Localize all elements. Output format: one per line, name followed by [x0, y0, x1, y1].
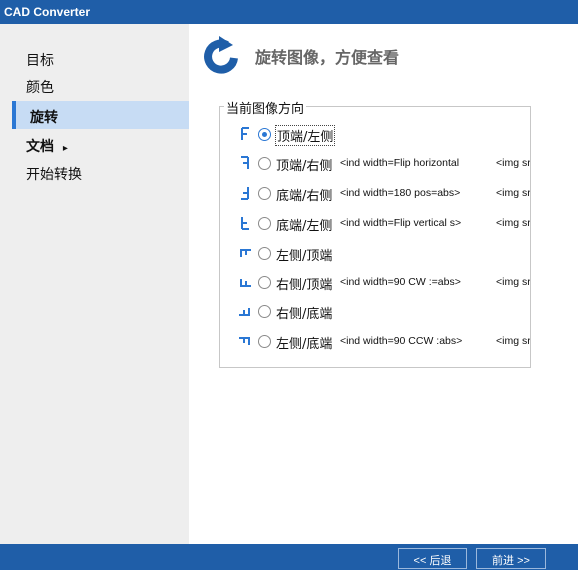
radio-button[interactable]	[258, 187, 271, 200]
sidebar-item-label: 开始转换	[26, 167, 82, 183]
orientation-option-left-bottom[interactable]: 左侧/底端 <ind width=90 CCW :abs> <img src	[220, 331, 530, 353]
option-extra-text: <img src	[496, 217, 530, 229]
back-button[interactable]: << 后退	[398, 548, 467, 569]
sidebar-item-document[interactable]: 文档 ▸	[12, 130, 189, 158]
option-label: 顶端/右侧	[276, 159, 333, 174]
option-extra-text: <ind width=90 CCW :abs>	[340, 335, 463, 347]
orientation-option-right-top[interactable]: 右侧/顶端 <ind width=90 CW :=abs> <img src	[220, 272, 530, 294]
main-panel: 旋转图像，方便查看 当前图像方向 顶端/左侧 顶端/右侧 <ind width=…	[189, 24, 578, 544]
option-label: 右侧/底端	[276, 307, 333, 322]
sidebar-item-label: 旋转	[30, 110, 58, 126]
sidebar-item-color[interactable]: 颜色	[12, 71, 189, 99]
option-extra-text: <img src	[496, 187, 530, 199]
radio-button[interactable]	[258, 217, 271, 230]
sidebar: 目标 颜色 旋转 文档 ▸ 开始转换	[0, 24, 189, 544]
orientation-bottom-right-icon	[241, 187, 249, 200]
window-title: CAD Converter	[0, 0, 578, 24]
option-label: 底端/左侧	[276, 219, 333, 234]
option-extra-text: <ind width=Flip vertical s>	[340, 217, 462, 229]
option-extra-text: <ind width=180 pos=abs>	[340, 187, 461, 199]
option-label: 右侧/顶端	[276, 278, 333, 293]
option-label: 左侧/顶端	[276, 249, 333, 264]
orientation-option-bottom-left[interactable]: 底端/左侧 <ind width=Flip vertical s> <img s…	[220, 213, 530, 235]
chevron-right-icon: ▸	[62, 143, 68, 154]
group-legend: 当前图像方向	[224, 98, 307, 117]
orientation-group: 当前图像方向 顶端/左侧 顶端/右侧 <ind width=Flip horiz…	[219, 98, 531, 368]
option-extra-text: <img src	[496, 157, 530, 169]
option-label: 底端/右侧	[276, 189, 333, 204]
option-extra-text: <img src	[496, 276, 530, 288]
orientation-left-top-icon	[240, 249, 251, 257]
orientation-bottom-left-icon	[241, 217, 249, 230]
sidebar-item-label: 文档	[26, 139, 54, 155]
radio-button[interactable]	[258, 247, 271, 260]
sidebar-item-rotate[interactable]: 旋转	[12, 101, 189, 129]
option-extra-text: <ind width=Flip horizontal	[340, 157, 460, 169]
radio-button[interactable]	[258, 305, 271, 318]
option-label: 顶端/左侧	[275, 125, 336, 146]
orientation-top-left-icon	[241, 127, 249, 140]
option-extra-text: <img src	[496, 335, 530, 347]
sidebar-item-target[interactable]: 目标	[12, 44, 189, 72]
orientation-option-bottom-right[interactable]: 底端/右侧 <ind width=180 pos=abs> <img src	[220, 183, 530, 205]
orientation-option-right-bottom[interactable]: 右侧/底端	[220, 301, 530, 323]
orientation-left-bottom-icon	[239, 337, 250, 345]
orientation-right-bottom-icon	[239, 308, 250, 316]
orientation-option-top-right[interactable]: 顶端/右侧 <ind width=Flip horizontal <img sr…	[220, 153, 530, 175]
sidebar-item-label: 目标	[26, 53, 54, 69]
orientation-option-top-left[interactable]: 顶端/左侧	[220, 124, 530, 146]
orientation-right-top-icon	[240, 279, 251, 287]
next-button[interactable]: 前进 >>	[476, 548, 546, 569]
sidebar-item-start-convert[interactable]: 开始转换	[12, 158, 189, 186]
footer-bar: << 后退 前进 >>	[0, 544, 578, 570]
radio-button[interactable]	[258, 157, 271, 170]
radio-button[interactable]	[258, 276, 271, 289]
radio-button[interactable]	[258, 335, 271, 348]
radio-button[interactable]	[258, 128, 271, 141]
sidebar-item-label: 颜色	[26, 80, 54, 96]
orientation-option-left-top[interactable]: 左侧/顶端	[220, 243, 530, 265]
option-label: 左侧/底端	[276, 337, 333, 352]
option-extra-text: <ind width=90 CW :=abs>	[340, 276, 461, 288]
rotate-counterclockwise-icon	[204, 36, 238, 74]
page-title: 旋转图像，方便查看	[255, 48, 400, 67]
orientation-top-right-icon	[241, 156, 249, 169]
